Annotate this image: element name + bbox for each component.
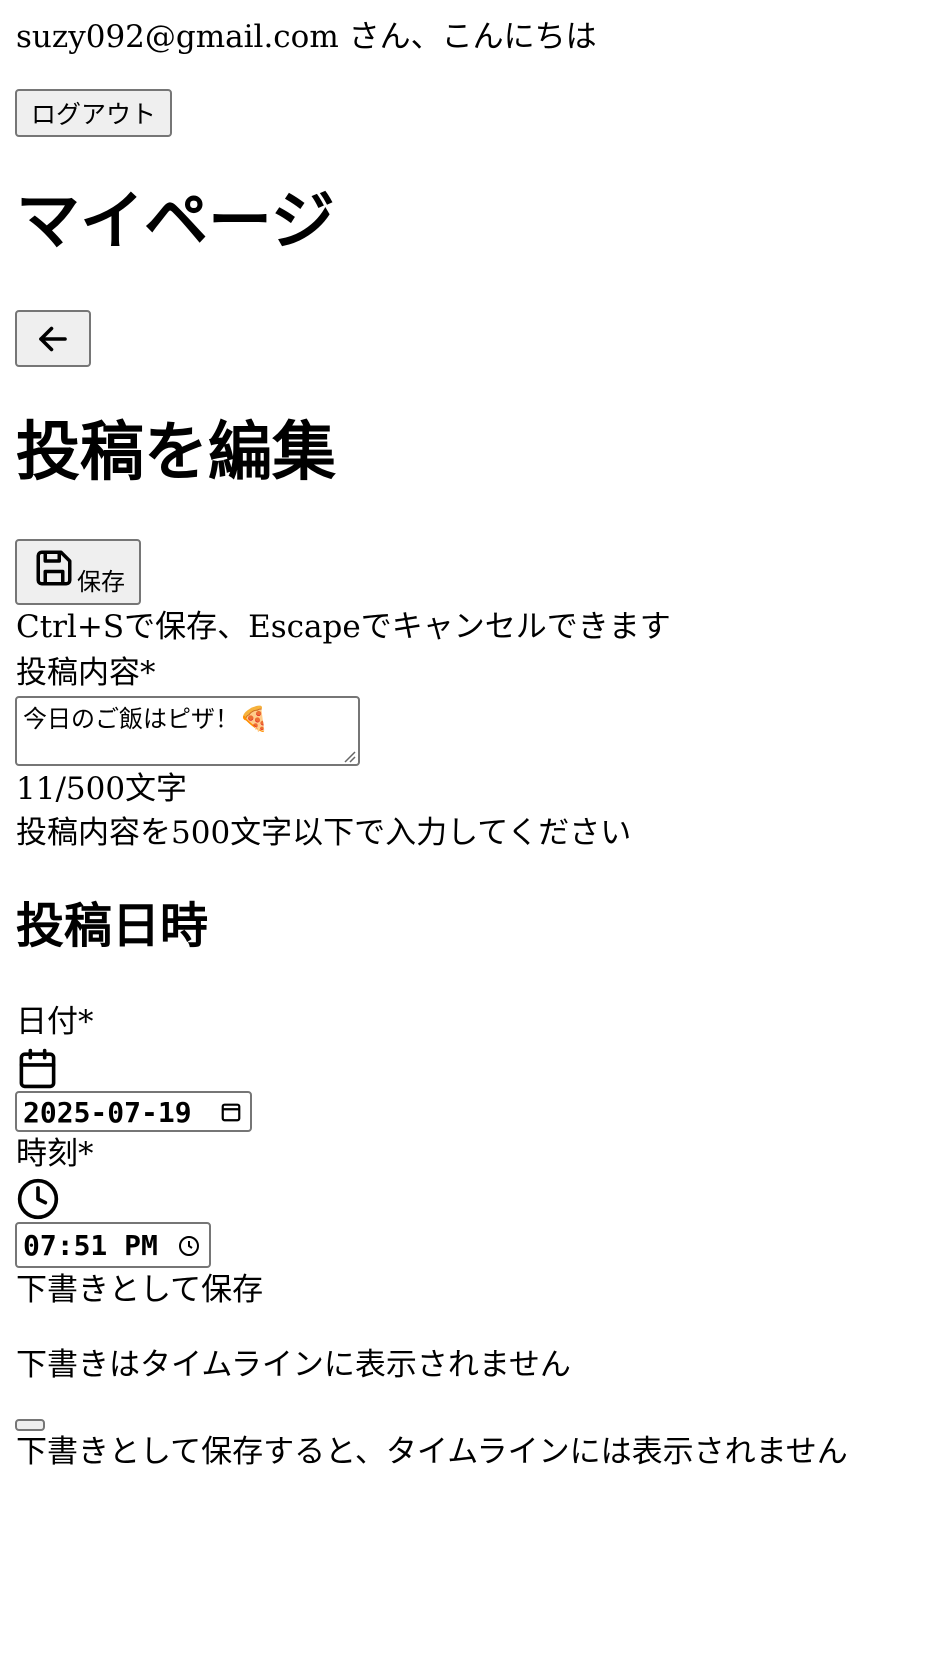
content-textarea[interactable]: 今日のご飯はピザ！🍕 (15, 696, 360, 766)
save-button-label: 保存 (77, 567, 125, 596)
edit-post-title: 投稿を編集 (16, 415, 336, 490)
required-mark: * (140, 655, 156, 691)
char-count: 11/500文字 (16, 771, 188, 807)
page-title: マイページ (16, 184, 335, 259)
user-email: suzy092@gmail.com (16, 19, 339, 55)
floppy-disk-icon (33, 547, 75, 589)
draft-description: 下書きはタイムラインに表示されません (16, 1347, 571, 1383)
content-text: 今日のご飯はピザ！🍕 (23, 705, 269, 733)
time-label-text: 時刻 (16, 1136, 78, 1172)
content-label: 投稿内容* (16, 653, 156, 693)
resize-handle-icon[interactable] (342, 748, 356, 763)
time-label: 時刻* (16, 1134, 94, 1174)
shortcut-hint: Ctrl+Sで保存、Escapeでキャンセルできます (16, 609, 671, 645)
content-hint: 投稿内容を500文字以下で入力してください (16, 815, 632, 851)
datetime-heading: 投稿日時 (16, 898, 209, 954)
content-label-text: 投稿内容 (16, 655, 140, 691)
greeting-suffix: さん、こんにちは (348, 19, 597, 55)
date-label-text: 日付 (16, 1004, 78, 1040)
back-button[interactable] (15, 310, 91, 367)
calendar-icon (16, 1047, 59, 1090)
clock-icon (16, 1177, 60, 1221)
date-label: 日付* (16, 1002, 94, 1042)
draft-note: 下書きとして保存すると、タイムラインには表示されません (16, 1434, 848, 1470)
save-button[interactable]: 保存 (15, 539, 141, 605)
draft-toggle[interactable] (15, 1419, 45, 1431)
time-value: 07:51 PM (23, 1229, 158, 1262)
logout-button[interactable]: ログアウト (15, 89, 172, 137)
draft-label: 下書きとして保存 (16, 1272, 264, 1308)
required-mark: * (78, 1136, 94, 1172)
greeting-text: suzy092@gmail.com さん、こんにちは (16, 17, 597, 57)
date-input[interactable]: 2025-07-19 (15, 1091, 252, 1132)
time-input[interactable]: 07:51 PM (15, 1222, 211, 1268)
time-picker-icon[interactable] (177, 1234, 201, 1258)
date-value: 2025-07-19 (23, 1096, 192, 1129)
required-mark: * (78, 1004, 94, 1040)
calendar-picker-icon[interactable] (220, 1101, 242, 1123)
arrow-left-icon (35, 321, 71, 357)
